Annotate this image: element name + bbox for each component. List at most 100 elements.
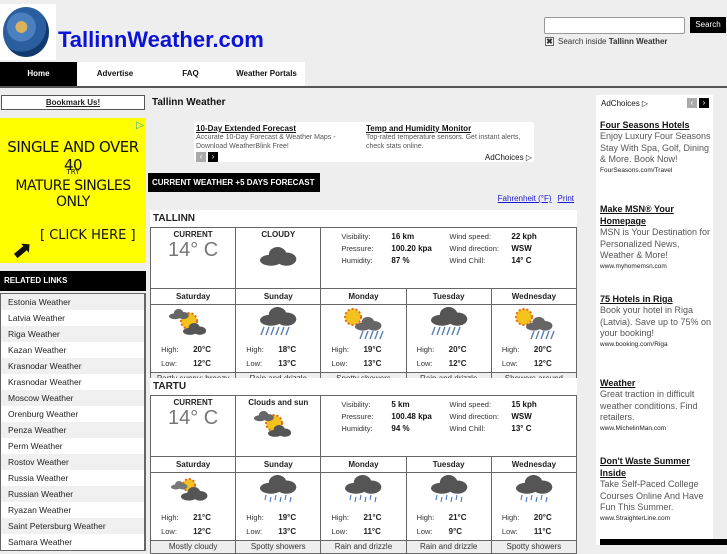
adchoices-icon[interactable]: ▷ (136, 120, 144, 131)
showers-icon (492, 475, 576, 509)
pressure-value: 100.48 kpa (391, 412, 432, 421)
search-input[interactable] (544, 17, 685, 34)
city-name: TARTU (150, 378, 577, 395)
ad-url[interactable]: www.StraighterLine.com (600, 514, 712, 523)
right-ad-column: AdChoices ▷ ‹ › Four Seasons Hotels Enjo… (596, 95, 713, 545)
nav-weather-portals[interactable]: Weather Portals (228, 62, 305, 86)
ad-description: Great traction in difficult weather cond… (600, 389, 698, 422)
related-link[interactable]: Penza Weather (1, 422, 144, 438)
wind-direction-value: WSW (511, 244, 532, 253)
related-link[interactable]: Estonia Weather (1, 294, 144, 310)
wind-speed-label: Wind speed: (449, 232, 492, 241)
print-link[interactable]: Print (558, 194, 574, 203)
visibility-value: 5 km (391, 400, 410, 409)
related-link[interactable]: Perm Weather (1, 438, 144, 454)
low-temp: 13°C (278, 527, 297, 536)
day-forecast: High: 19°C Low: 13°C (235, 472, 322, 541)
ad-title[interactable]: 75 Hotels in Riga (600, 293, 712, 305)
site-title[interactable]: TallinnWeather.com (58, 27, 264, 53)
adchoices-label: AdChoices (484, 153, 524, 162)
partly-sunny-icon (236, 409, 320, 443)
ad-title[interactable]: Make MSN® Your Homepage (600, 203, 712, 227)
low-label: Low: (246, 527, 263, 536)
search-inside-option[interactable]: ✖ Search inside Tallinn Weather (545, 37, 668, 46)
ad-url[interactable]: FourSeasons.com/Travel (600, 166, 712, 175)
singles-ad-banner[interactable]: ▷ SINGLE AND OVER 40 TRY MATURE SINGLES … (0, 118, 146, 267)
related-link[interactable]: Kazan Weather (1, 342, 144, 358)
wind-chill-label: Wind Chill: (449, 424, 486, 433)
day-forecast: High: 18°C Low: 13°C (235, 304, 322, 373)
humidity-label: Humidity: (341, 256, 373, 265)
ad-url[interactable]: www.MichelinMan.com (600, 424, 712, 433)
nav-faq[interactable]: FAQ (153, 62, 228, 86)
condition-cell: CLOUDY (235, 227, 322, 289)
adchoices-link[interactable]: AdChoices ▷ (485, 153, 532, 162)
related-link[interactable]: Krasnodar Weather (1, 374, 144, 390)
bookmark-link[interactable]: Bookmark Us! (46, 98, 100, 107)
adchoices-link[interactable]: AdChoices ▷ (601, 99, 648, 108)
ad-title[interactable]: Four Seasons Hotels (600, 119, 712, 131)
related-link[interactable]: Orenburg Weather (1, 406, 144, 422)
current-cell: CURRENT 14° C (149, 395, 237, 457)
city-forecast-tartu: TARTU CURRENT 14° C Clouds and sun Visib… (149, 378, 578, 554)
ad-cta[interactable]: [ CLICK HERE ] (40, 228, 136, 243)
day-name: Tuesday (405, 456, 492, 473)
day-forecast: High: 20°C Low: 12°C (149, 304, 237, 373)
related-link[interactable]: Latvia Weather (1, 310, 144, 326)
nav-home[interactable]: Home (0, 62, 77, 86)
related-link[interactable]: Saint Petersburg Weather (1, 518, 144, 534)
low-temp: 11°C (363, 527, 381, 536)
adchoices-icon: ▷ (525, 153, 532, 162)
right-ad: Four Seasons Hotels Enjoy Luxury Four Se… (600, 119, 712, 175)
high-label: High: (416, 513, 435, 522)
visibility-value: 16 km (391, 232, 415, 241)
related-link[interactable]: Russian Weather (1, 486, 144, 502)
high-temp: 21°C (448, 513, 467, 522)
search-option-label: Search inside (558, 37, 609, 46)
high-label: High: (246, 513, 264, 522)
next-ad-button[interactable]: › (208, 152, 218, 162)
low-label: Low: (161, 527, 177, 536)
wind-chill-value: 14° C (511, 256, 532, 265)
low-label: Low: (331, 359, 348, 368)
showers-icon (236, 475, 320, 509)
related-link[interactable]: Riga Weather (1, 326, 144, 342)
related-link[interactable]: Krasnodar Weather (1, 358, 144, 374)
adchoices-label: AdChoices (601, 99, 640, 108)
arrow-icon: ➡ (5, 232, 39, 268)
fahrenheit-link[interactable]: Fahrenheit (°F) (498, 194, 552, 203)
next-ad-button[interactable]: › (699, 98, 709, 108)
related-link[interactable]: Moscow Weather (1, 390, 144, 406)
rain-icon (407, 307, 491, 341)
search-button[interactable]: Search (690, 17, 726, 33)
related-link[interactable]: Russia Weather (1, 470, 144, 486)
rain-icon (236, 307, 320, 341)
low-temp: 12°C (533, 359, 552, 368)
search-inside-checkbox[interactable]: ✖ (545, 37, 554, 46)
ad-title[interactable]: 10-Day Extended Forecast (196, 124, 361, 133)
globe-logo-icon[interactable] (0, 4, 56, 60)
nav-advertise[interactable]: Advertise (77, 62, 153, 86)
prev-ad-button[interactable]: ‹ (196, 152, 206, 162)
ad-url[interactable]: www.booking.com/Riga (600, 340, 712, 349)
high-label: High: (161, 345, 179, 354)
ad-title[interactable]: Don't Waste Summer Inside (600, 455, 712, 479)
ad-title[interactable]: Temp and Humidity Monitor (366, 124, 531, 133)
related-link[interactable]: Ryazan Weather (1, 502, 144, 518)
high-label: High: (331, 513, 349, 522)
prev-ad-button[interactable]: ‹ (687, 98, 697, 108)
ad-description: Enjoy Luxury Four Seasons Stay With Spa,… (600, 131, 711, 164)
day-description: Spotty showers (490, 540, 578, 554)
ad-title[interactable]: Weather (600, 377, 712, 389)
forecast-table: CURRENT 14° C Clouds and sun Visibility:… (149, 395, 578, 554)
right-ad: Don't Waste Summer Inside Take Self-Pace… (600, 455, 712, 523)
low-label: Low: (246, 359, 263, 368)
day-name: Saturday (149, 456, 237, 473)
ad-url[interactable]: www.myhomemsn.com (600, 262, 712, 271)
low-label: Low: (331, 527, 348, 536)
low-label: Low: (416, 359, 433, 368)
mostly-cloudy-icon (151, 475, 235, 509)
related-link[interactable]: Samara Weather (1, 534, 144, 550)
day-name: Saturday (149, 288, 237, 305)
related-link[interactable]: Rostov Weather (1, 454, 144, 470)
